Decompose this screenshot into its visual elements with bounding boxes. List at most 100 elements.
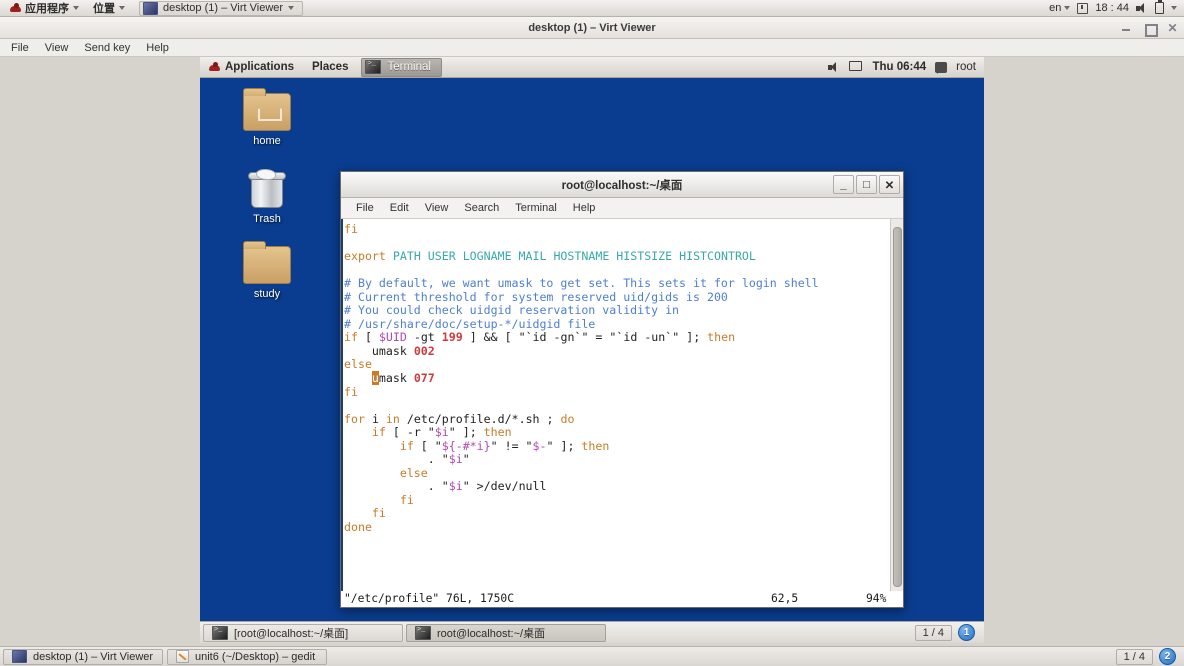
host-taskbar-item-1-label: unit6 (~/Desktop) – gedit xyxy=(195,650,316,663)
host-workspace-badge[interactable]: 2 xyxy=(1159,648,1176,665)
monitor-icon xyxy=(143,1,158,15)
chevron-down-icon xyxy=(1064,6,1071,10)
vv-menu-send-key[interactable]: Send key xyxy=(77,41,137,55)
vim-line xyxy=(344,264,903,278)
terminal-left-border xyxy=(341,219,343,607)
vim-line: . "$i" >/dev/null xyxy=(427,479,547,494)
desktop-icon-home[interactable]: home xyxy=(229,88,305,147)
virt-viewer-window-controls: ✕ xyxy=(1121,17,1178,39)
vm-top-panel: Applications Places Terminal Thu 06:44 r… xyxy=(200,57,984,78)
host-taskbar-item-1[interactable]: unit6 (~/Desktop) – gedit xyxy=(167,648,327,665)
vim-line: for i in /etc/profile.d/*.sh ; do xyxy=(344,411,575,426)
vv-menu-help[interactable]: Help xyxy=(139,41,176,55)
vim-status-line: "/etc/profile" 76L, 1750C 62,5 94% xyxy=(341,591,903,607)
vm-window-list-terminal-label: Terminal xyxy=(387,61,431,73)
host-applications-label: 应用程序 xyxy=(25,3,69,15)
vim-line: fi xyxy=(399,492,414,507)
vm-taskbar-item-1-label: root@localhost:~/桌面 xyxy=(437,627,546,640)
terminal-maximize-button[interactable]: □ xyxy=(856,175,877,194)
vim-text-area[interactable]: fi export PATH USER LOGNAME MAIL HOSTNAM… xyxy=(341,219,903,535)
vim-status-file: "/etc/profile" 76L, 1750C xyxy=(344,592,515,606)
vm-places-menu[interactable]: Places xyxy=(303,57,357,78)
close-icon[interactable]: ✕ xyxy=(1167,22,1178,34)
terminal-menu-help[interactable]: Help xyxy=(565,202,604,214)
host-taskbar-item-0[interactable]: desktop (1) – Virt Viewer xyxy=(3,648,163,665)
vm-window-list-terminal[interactable]: Terminal xyxy=(361,57,442,77)
desktop-icon-home-label: home xyxy=(253,135,281,147)
chevron-down-icon xyxy=(73,6,79,10)
vv-menu-file[interactable]: File xyxy=(4,41,36,55)
monitor-icon xyxy=(12,650,27,663)
terminal-scrollbar[interactable] xyxy=(890,219,903,607)
vim-line: export PATH USER LOGNAME MAIL HOSTNAME H… xyxy=(344,249,756,264)
vim-line: umask 077 xyxy=(371,371,435,386)
chevron-down-icon[interactable] xyxy=(1171,6,1177,10)
terminal-window-controls: _ □ ✕ xyxy=(833,175,900,194)
terminal-minimize-button[interactable]: _ xyxy=(833,175,854,194)
terminal-menu-file[interactable]: File xyxy=(348,202,382,214)
vim-line: . "$i" xyxy=(427,452,470,467)
vm-clock[interactable]: Thu 06:44 xyxy=(872,61,926,73)
maximize-icon[interactable] xyxy=(1144,23,1158,37)
vm-taskbar: [root@localhost:~/桌面] root@localhost:~/桌… xyxy=(200,621,984,643)
vm-applications-menu[interactable]: Applications xyxy=(200,57,303,78)
host-places-label: 位置 xyxy=(93,3,115,15)
host-clock[interactable]: 18 : 44 xyxy=(1095,1,1129,16)
terminal-menu-terminal[interactable]: Terminal xyxy=(507,202,565,214)
host-active-window-button[interactable]: desktop (1) – Virt Viewer xyxy=(139,0,304,16)
host-workspace-label[interactable]: 1 / 4 xyxy=(1115,648,1153,665)
vm-workspace-label[interactable]: 1 / 4 xyxy=(914,624,952,641)
redhat-logo-icon xyxy=(10,2,21,14)
vim-line: if [ $UID -gt 199 ] && [ "`id -gn`" = "`… xyxy=(344,330,736,345)
vm-taskbar-item-0[interactable]: [root@localhost:~/桌面] xyxy=(203,623,403,642)
vim-line: done xyxy=(344,520,372,535)
vm-viewport[interactable]: Applications Places Terminal Thu 06:44 r… xyxy=(200,57,984,643)
vim-line: if [ -r "$i" ]; then xyxy=(371,425,512,440)
vm-workspace-badge[interactable]: 1 xyxy=(958,624,975,641)
folder-icon xyxy=(243,241,291,284)
vim-line: umask 002 xyxy=(371,343,435,358)
folder-home-icon xyxy=(243,88,291,131)
desktop-icon-study[interactable]: study xyxy=(229,241,305,300)
terminal-window[interactable]: root@localhost:~/桌面 _ □ ✕ File Edit View… xyxy=(340,171,904,608)
vm-applications-label: Applications xyxy=(225,61,295,73)
desktop-icon-trash-label: Trash xyxy=(253,213,281,225)
volume-icon[interactable] xyxy=(1136,2,1148,14)
minimize-icon[interactable] xyxy=(1121,23,1132,34)
host-workspace-indicator: 1 / 4 2 xyxy=(1115,648,1181,665)
terminal-title: root@localhost:~/桌面 xyxy=(561,179,683,192)
chevron-down-icon xyxy=(119,6,125,10)
terminal-body[interactable]: fi export PATH USER LOGNAME MAIL HOSTNAM… xyxy=(341,219,903,607)
host-applications-menu[interactable]: 应用程序 xyxy=(4,1,85,16)
terminal-menu-edit[interactable]: Edit xyxy=(382,202,417,214)
desktop-icon-trash[interactable]: Trash xyxy=(229,169,305,225)
keyboard-layout-indicator[interactable]: en xyxy=(1049,1,1071,16)
host-top-panel-right: en 18 : 44 xyxy=(1049,0,1184,16)
vm-workspace-indicator: 1 / 4 1 xyxy=(914,624,981,641)
terminal-menu-search[interactable]: Search xyxy=(456,202,507,214)
vim-line: else xyxy=(399,465,428,480)
vim-line: else xyxy=(344,357,372,372)
terminal-menu-view[interactable]: View xyxy=(417,202,457,214)
vim-line: # Current threshold for system reserved … xyxy=(344,289,728,304)
chevron-down-icon xyxy=(288,6,295,10)
terminal-close-button[interactable]: ✕ xyxy=(879,175,900,194)
vv-menu-view[interactable]: View xyxy=(38,41,76,55)
network-disconnected-icon[interactable] xyxy=(849,61,863,73)
vim-line: # /usr/share/doc/setup-*/uidgid file xyxy=(344,316,596,331)
host-places-menu[interactable]: 位置 xyxy=(87,1,131,16)
terminal-titlebar: root@localhost:~/桌面 _ □ ✕ xyxy=(341,172,903,198)
host-taskbar-item-0-label: desktop (1) – Virt Viewer xyxy=(33,650,154,663)
clock-icon xyxy=(1077,2,1089,14)
vm-taskbar-item-1[interactable]: root@localhost:~/桌面 xyxy=(406,623,606,642)
vm-top-panel-left: Applications Places Terminal xyxy=(200,57,442,78)
vm-user-label[interactable]: root xyxy=(956,61,976,73)
battery-icon[interactable] xyxy=(1155,0,1164,14)
desktop-icon-study-label: study xyxy=(253,288,281,300)
terminal-scrollbar-thumb[interactable] xyxy=(893,227,902,587)
host-taskbar: desktop (1) – Virt Viewer unit6 (~/Deskt… xyxy=(0,646,1184,666)
vim-line xyxy=(344,237,903,251)
vim-line: # By default, we want umask to get set. … xyxy=(344,276,819,291)
terminal-icon xyxy=(415,625,431,640)
volume-icon[interactable] xyxy=(828,61,840,73)
